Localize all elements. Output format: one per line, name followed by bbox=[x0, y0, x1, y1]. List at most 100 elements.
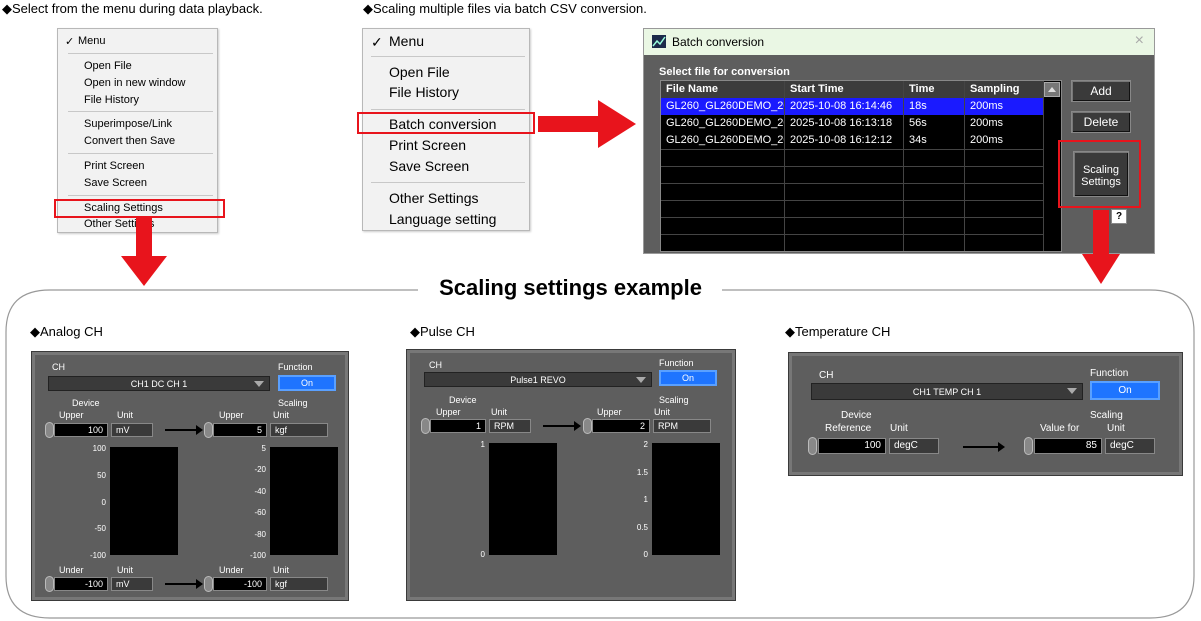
arrow-right-icon bbox=[165, 425, 203, 435]
upper-label: Upper bbox=[436, 407, 461, 417]
menu-item-convert-save[interactable]: Convert then Save bbox=[84, 135, 175, 147]
device-label: Device bbox=[72, 398, 100, 408]
chevron-down-icon bbox=[636, 377, 646, 383]
spinner-icon[interactable] bbox=[583, 418, 592, 434]
axis-tick-label: 50 bbox=[97, 470, 106, 480]
axis-tick-label: -100 bbox=[249, 551, 266, 560]
scaling-upper-unit[interactable]: kgf bbox=[270, 423, 328, 437]
function-on-button[interactable]: On bbox=[659, 370, 717, 386]
arrow-right-icon bbox=[963, 442, 1005, 452]
menu-divider bbox=[371, 109, 525, 110]
spinner-icon[interactable] bbox=[204, 576, 213, 592]
ch-dropdown[interactable]: CH1 DC CH 1 bbox=[48, 376, 270, 391]
scaling-value-unit[interactable]: degC bbox=[1105, 438, 1155, 454]
arrow-right-icon bbox=[165, 579, 203, 589]
menu-item-menu[interactable]: Menu bbox=[78, 35, 106, 47]
device-reference-input[interactable]: 100 bbox=[818, 438, 886, 454]
add-button[interactable]: Add bbox=[1071, 80, 1131, 102]
ch-dropdown[interactable]: CH1 TEMP CH 1 bbox=[811, 383, 1083, 400]
grid-lines bbox=[661, 81, 1044, 251]
ch-label: CH bbox=[429, 360, 442, 370]
menu-item-language-setting[interactable]: Language setting bbox=[389, 211, 496, 227]
scaling-upper-input[interactable]: 2 bbox=[592, 419, 650, 433]
delete-button[interactable]: Delete bbox=[1071, 111, 1131, 133]
menu-item-file-history[interactable]: File History bbox=[84, 94, 139, 106]
ch-dropdown[interactable]: Pulse1 REVO bbox=[424, 372, 652, 387]
axis-tick-label: 100 bbox=[92, 444, 106, 453]
menu-item-superimpose[interactable]: Superimpose/Link bbox=[84, 118, 172, 130]
device-upper-input[interactable]: 1 bbox=[430, 419, 486, 433]
menu-item-open-file[interactable]: Open File bbox=[389, 64, 450, 80]
ch-label: CH bbox=[52, 362, 65, 372]
spinner-icon[interactable] bbox=[1024, 437, 1033, 455]
menu-divider bbox=[371, 182, 525, 183]
unit-label: Unit bbox=[491, 407, 508, 417]
unit-label: Unit bbox=[273, 565, 290, 575]
scaling-value-input[interactable]: 85 bbox=[1034, 438, 1102, 454]
menu-item-open-new-window[interactable]: Open in new window bbox=[84, 77, 186, 89]
menu-item-save-screen[interactable]: Save Screen bbox=[84, 177, 147, 189]
function-label: Function bbox=[659, 358, 694, 368]
menu-divider bbox=[68, 53, 213, 54]
spinner-icon[interactable] bbox=[421, 418, 430, 434]
device-upper-unit[interactable]: mV bbox=[111, 423, 153, 437]
spinner-icon[interactable] bbox=[808, 437, 817, 455]
check-icon: ✓ bbox=[371, 34, 383, 50]
menu-divider bbox=[68, 195, 213, 196]
upper-label: Upper bbox=[219, 410, 244, 420]
function-on-button[interactable]: On bbox=[1090, 381, 1160, 400]
chevron-down-icon bbox=[1067, 388, 1077, 394]
menu-divider bbox=[68, 153, 213, 154]
menu-item-save-screen[interactable]: Save Screen bbox=[389, 158, 469, 174]
file-list[interactable]: File Name Start Time Time Sampling GL260… bbox=[660, 80, 1062, 252]
function-label: Function bbox=[278, 362, 313, 372]
under-label: Under bbox=[59, 565, 84, 575]
window-titlebar: Batch conversion × bbox=[644, 29, 1154, 55]
menu-item-open-file[interactable]: Open File bbox=[84, 60, 132, 72]
close-icon[interactable]: × bbox=[1135, 32, 1144, 50]
spinner-icon[interactable] bbox=[204, 422, 213, 438]
scaling-under-input[interactable]: -100 bbox=[213, 577, 267, 591]
scaling-under-unit[interactable]: kgf bbox=[270, 577, 328, 591]
function-label: Function bbox=[1090, 368, 1129, 379]
menu-item-file-history[interactable]: File History bbox=[389, 84, 459, 100]
scaling-upper-unit[interactable]: RPM bbox=[653, 419, 711, 433]
under-label: Under bbox=[219, 565, 244, 575]
menu-item-other-settings[interactable]: Other Settings bbox=[389, 190, 479, 206]
unit-label: Unit bbox=[117, 565, 134, 575]
menu-item-print-screen[interactable]: Print Screen bbox=[389, 137, 466, 153]
axis-tick-label: 2 bbox=[643, 440, 648, 449]
spinner-icon[interactable] bbox=[45, 576, 54, 592]
axis-tick-label: 0 bbox=[643, 550, 648, 559]
function-on-button[interactable]: On bbox=[278, 375, 336, 391]
highlight-box bbox=[357, 112, 535, 134]
device-plot bbox=[110, 447, 178, 555]
ch-label: CH bbox=[819, 370, 834, 381]
analog-panel: CH CH1 DC CH 1 Function On Device Upper … bbox=[31, 351, 349, 601]
ch-value: CH1 DC CH 1 bbox=[130, 379, 188, 389]
upper-label: Upper bbox=[597, 407, 622, 417]
device-upper-input[interactable]: 100 bbox=[54, 423, 108, 437]
device-under-input[interactable]: -100 bbox=[54, 577, 108, 591]
device-reference-unit[interactable]: degC bbox=[889, 438, 939, 454]
scaling-label: Scaling bbox=[659, 395, 689, 405]
pulse-panel: CH Pulse1 REVO Function On Device Upper … bbox=[406, 349, 736, 601]
scaling-upper-input[interactable]: 5 bbox=[213, 423, 267, 437]
ch-value: CH1 TEMP CH 1 bbox=[912, 387, 982, 397]
axis-tick-label: -20 bbox=[254, 465, 266, 475]
menu-item-print-screen[interactable]: Print Screen bbox=[84, 160, 145, 172]
device-upper-unit[interactable]: RPM bbox=[489, 419, 531, 433]
device-plot bbox=[489, 443, 557, 555]
value-for-label: Value for bbox=[1040, 423, 1080, 434]
menu-item-menu[interactable]: Menu bbox=[389, 33, 424, 49]
app-icon bbox=[652, 35, 666, 48]
device-under-unit[interactable]: mV bbox=[111, 577, 153, 591]
device-label: Device bbox=[449, 395, 477, 405]
unit-label: Unit bbox=[890, 423, 908, 434]
spinner-icon[interactable] bbox=[45, 422, 54, 438]
axis-tick-label: 0 bbox=[101, 497, 106, 507]
arrow-right-icon bbox=[543, 421, 581, 431]
arrow-right-icon bbox=[538, 100, 636, 148]
check-icon: ✓ bbox=[65, 36, 75, 48]
caption-batch: ◆Scaling multiple files via batch CSV co… bbox=[363, 1, 647, 16]
